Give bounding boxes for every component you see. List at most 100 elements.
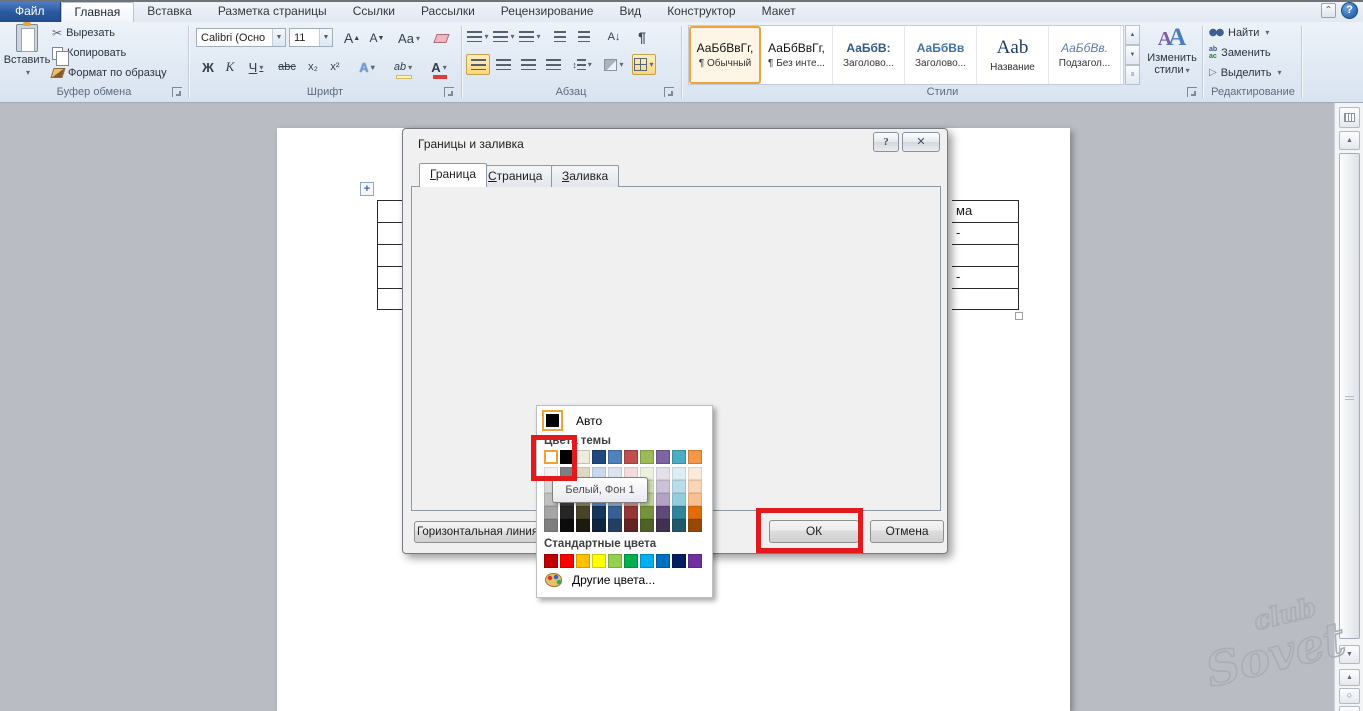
tab-insert[interactable]: Вставка: [134, 2, 205, 22]
color-swatch[interactable]: [688, 450, 702, 464]
table-cell[interactable]: [956, 289, 1016, 311]
borders-button[interactable]: [632, 54, 656, 75]
color-swatch[interactable]: [688, 467, 702, 480]
document-table-left-fragment[interactable]: [377, 200, 403, 310]
color-swatch[interactable]: [656, 480, 670, 493]
tab-view[interactable]: Вид: [606, 2, 654, 22]
decrease-indent-button[interactable]: [548, 26, 572, 47]
tab-file[interactable]: Файл: [0, 2, 61, 22]
italic-button[interactable]: К: [220, 56, 240, 78]
tab-review[interactable]: Рецензирование: [488, 2, 607, 22]
justify-button[interactable]: [541, 54, 565, 75]
align-left-button[interactable]: [466, 54, 490, 75]
color-swatch[interactable]: [544, 519, 558, 532]
color-swatch[interactable]: [608, 554, 622, 568]
tab-table-layout[interactable]: Макет: [749, 2, 809, 22]
style-title[interactable]: AabНазвание: [977, 26, 1049, 84]
shading-button[interactable]: [602, 54, 626, 75]
tab-references[interactable]: Ссылки: [340, 2, 408, 22]
color-swatch[interactable]: [576, 554, 590, 568]
color-swatch[interactable]: [672, 450, 686, 464]
align-center-button[interactable]: [491, 54, 515, 75]
scroll-thumb[interactable]: [1339, 153, 1360, 639]
style-heading1[interactable]: АаБбВ:Заголово...: [833, 26, 905, 84]
tab-home[interactable]: Главная: [61, 2, 135, 22]
style-heading2[interactable]: АаБбВвЗаголово...: [905, 26, 977, 84]
color-swatch[interactable]: [672, 506, 686, 519]
paste-dropdown-arrow[interactable]: [24, 66, 30, 78]
color-swatch[interactable]: [624, 519, 638, 532]
format-painter-button[interactable]: Формат по образцу: [52, 65, 167, 81]
color-swatch[interactable]: [576, 450, 590, 464]
paste-button[interactable]: Вставить: [5, 24, 49, 86]
paragraph-dialog-launcher[interactable]: [664, 87, 674, 97]
color-swatch[interactable]: [560, 506, 574, 519]
help-button[interactable]: ?: [1341, 2, 1358, 19]
tab-mailings[interactable]: Рассылки: [408, 2, 488, 22]
font-size-dropdown-arrow[interactable]: ▼: [319, 29, 332, 46]
color-swatch[interactable]: [672, 480, 686, 493]
color-swatch[interactable]: [576, 519, 590, 532]
table-resize-handle[interactable]: [1015, 312, 1023, 320]
color-swatch[interactable]: [592, 519, 606, 532]
color-swatch[interactable]: [608, 519, 622, 532]
tab-page-layout[interactable]: Разметка страницы: [205, 2, 340, 22]
color-swatch[interactable]: [560, 554, 574, 568]
cancel-button[interactable]: Отмена: [870, 520, 944, 543]
change-case-button[interactable]: Аа: [394, 27, 424, 49]
underline-button[interactable]: Ч: [242, 56, 270, 78]
color-swatch[interactable]: [688, 480, 702, 493]
color-swatch[interactable]: [672, 519, 686, 532]
scroll-up-button[interactable]: ▲: [1339, 131, 1360, 150]
line-spacing-button[interactable]: ↕: [570, 54, 594, 75]
style-normal[interactable]: АаБбВвГг,¶ Обычный: [689, 26, 761, 84]
color-swatch[interactable]: [592, 506, 606, 519]
color-swatch[interactable]: [672, 493, 686, 506]
color-swatch[interactable]: [688, 554, 702, 568]
font-dialog-launcher[interactable]: [444, 87, 454, 97]
color-swatch[interactable]: [640, 554, 654, 568]
color-swatch[interactable]: [592, 554, 606, 568]
clear-formatting-button[interactable]: [430, 27, 452, 49]
more-colors-item[interactable]: Другие цвета...: [545, 573, 655, 587]
color-swatch[interactable]: [656, 506, 670, 519]
multilevel-list-button[interactable]: [518, 26, 542, 47]
color-swatch[interactable]: [656, 493, 670, 506]
color-swatch[interactable]: [640, 506, 654, 519]
color-swatch[interactable]: [560, 519, 574, 532]
show-marks-button[interactable]: ¶: [630, 26, 654, 47]
strikethrough-button[interactable]: abc: [274, 56, 300, 78]
table-cell[interactable]: ма: [956, 201, 1016, 223]
color-swatch[interactable]: [544, 506, 558, 519]
sort-button[interactable]: А↓: [602, 26, 626, 47]
font-name-combo[interactable]: Calibri (Осно ▼: [196, 28, 286, 47]
color-swatch[interactable]: [576, 506, 590, 519]
increase-indent-button[interactable]: [572, 26, 596, 47]
table-cell[interactable]: -: [956, 267, 1016, 289]
gallery-expand[interactable]: ≡: [1125, 65, 1140, 85]
select-button[interactable]: ▷Выделить: [1209, 64, 1281, 81]
next-page-button[interactable]: ▼: [1339, 706, 1360, 711]
color-swatch[interactable]: [608, 506, 622, 519]
change-styles-button[interactable]: АА Изменить стили: [1144, 24, 1200, 94]
text-effects-button[interactable]: А: [352, 56, 382, 78]
subscript-button[interactable]: x₂: [302, 56, 324, 78]
font-size-combo[interactable]: 11 ▼: [289, 28, 333, 47]
bold-button[interactable]: Ж: [198, 56, 218, 78]
document-table-right-fragment[interactable]: ма - -: [952, 200, 1019, 310]
superscript-button[interactable]: x²: [324, 56, 346, 78]
color-swatch[interactable]: [656, 519, 670, 532]
dialog-tab-shading[interactable]: Заливка: [551, 165, 619, 187]
replace-button[interactable]: abacЗаменить: [1209, 44, 1271, 61]
copy-button[interactable]: Копировать: [52, 45, 126, 61]
font-color-button[interactable]: А: [424, 56, 454, 78]
gallery-scroll-up[interactable]: ▲: [1125, 25, 1140, 45]
table-move-handle[interactable]: +: [360, 182, 374, 196]
color-swatch[interactable]: [672, 554, 686, 568]
color-swatch[interactable]: [592, 450, 606, 464]
cut-button[interactable]: ✂ Вырезать: [52, 25, 115, 41]
dialog-tab-border[interactable]: ГГраницараница: [419, 163, 487, 187]
color-swatch[interactable]: [624, 554, 638, 568]
dialog-help-button[interactable]: ?: [873, 132, 899, 152]
color-swatch[interactable]: [624, 450, 638, 464]
